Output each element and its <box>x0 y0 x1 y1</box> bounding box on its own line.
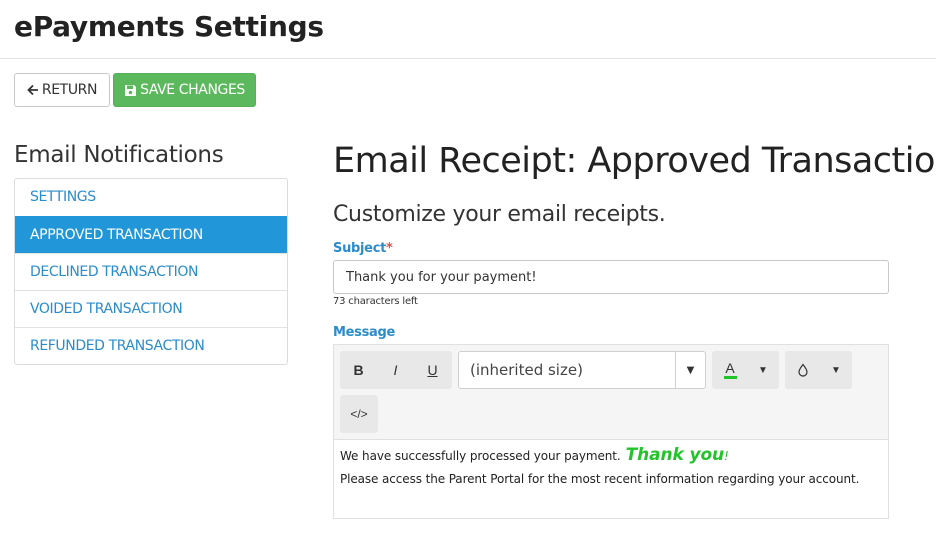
nav-item-settings[interactable]: SETTINGS <box>15 179 287 216</box>
arrow-left-icon <box>27 84 39 96</box>
subject-input[interactable]: Thank you for your payment! <box>333 260 889 294</box>
subject-label-text: Subject <box>333 241 387 256</box>
editor-content[interactable]: We have successfully processed your paym… <box>340 445 885 486</box>
message-line-1: We have successfully processed your paym… <box>340 445 885 467</box>
required-mark: * <box>386 241 393 256</box>
subject-value: Thank you for your payment! <box>346 269 537 285</box>
return-button[interactable]: RETURN <box>14 73 110 107</box>
exclamation-text: ! <box>724 449 729 463</box>
nav-item-approved-transaction[interactable]: APPROVED TRANSACTION <box>15 216 287 253</box>
highlight-color-picker[interactable]: ▼ <box>785 351 852 389</box>
page-title: ePayments Settings <box>14 10 324 43</box>
characters-left: 73 characters left <box>333 296 418 307</box>
caret-down-icon: ▼ <box>675 352 705 388</box>
text-color-picker[interactable]: A ▼ <box>712 351 779 389</box>
nav-item-voided-transaction[interactable]: VOIDED TRANSACTION <box>15 290 287 327</box>
message-line-2: Please access the Parent Portal for the … <box>340 472 860 486</box>
editor-toolbar: B I U (inherited size) ▼ A ▼ ▼ </> <box>334 345 888 440</box>
save-changes-label: SAVE CHANGES <box>140 82 245 98</box>
nav-item-refunded-transaction[interactable]: REFUNDED TRANSACTION <box>15 327 287 364</box>
font-size-value: (inherited size) <box>470 361 583 379</box>
notifications-nav: SETTINGS APPROVED TRANSACTION DECLINED T… <box>14 178 288 365</box>
bold-button[interactable]: B <box>340 351 377 389</box>
text-color-button[interactable]: A <box>712 351 748 389</box>
thank-you-text: Thank you <box>625 445 725 465</box>
save-changes-button[interactable]: SAVE CHANGES <box>113 73 256 107</box>
floppy-disk-icon <box>124 84 137 97</box>
text-color-swatch <box>723 376 737 379</box>
caret-down-icon[interactable]: ▼ <box>748 351 778 389</box>
droplet-icon[interactable] <box>785 351 821 389</box>
format-group: B I U <box>340 351 452 389</box>
code-icon: </> <box>350 407 368 421</box>
page-header: ePayments Settings <box>0 0 936 59</box>
message-editor: B I U (inherited size) ▼ A ▼ ▼ </> We ha… <box>333 344 889 519</box>
email-notifications-heading: Email Notifications <box>14 142 224 168</box>
subject-label: Subject* <box>333 241 393 256</box>
text-color-letter: A <box>725 360 735 376</box>
main-title: Email Receipt: Approved Transactions <box>333 141 936 181</box>
code-view-button[interactable]: </> <box>340 395 378 433</box>
underline-button[interactable]: U <box>414 351 451 389</box>
italic-button[interactable]: I <box>377 351 414 389</box>
return-button-label: RETURN <box>41 82 98 98</box>
message-label: Message <box>333 325 396 340</box>
nav-item-declined-transaction[interactable]: DECLINED TRANSACTION <box>15 253 287 290</box>
sub-title: Customize your email receipts. <box>333 202 666 227</box>
message-line-1-text: We have successfully processed your paym… <box>340 449 621 463</box>
font-size-select[interactable]: (inherited size) ▼ <box>458 351 706 389</box>
caret-down-icon[interactable]: ▼ <box>821 351 851 389</box>
